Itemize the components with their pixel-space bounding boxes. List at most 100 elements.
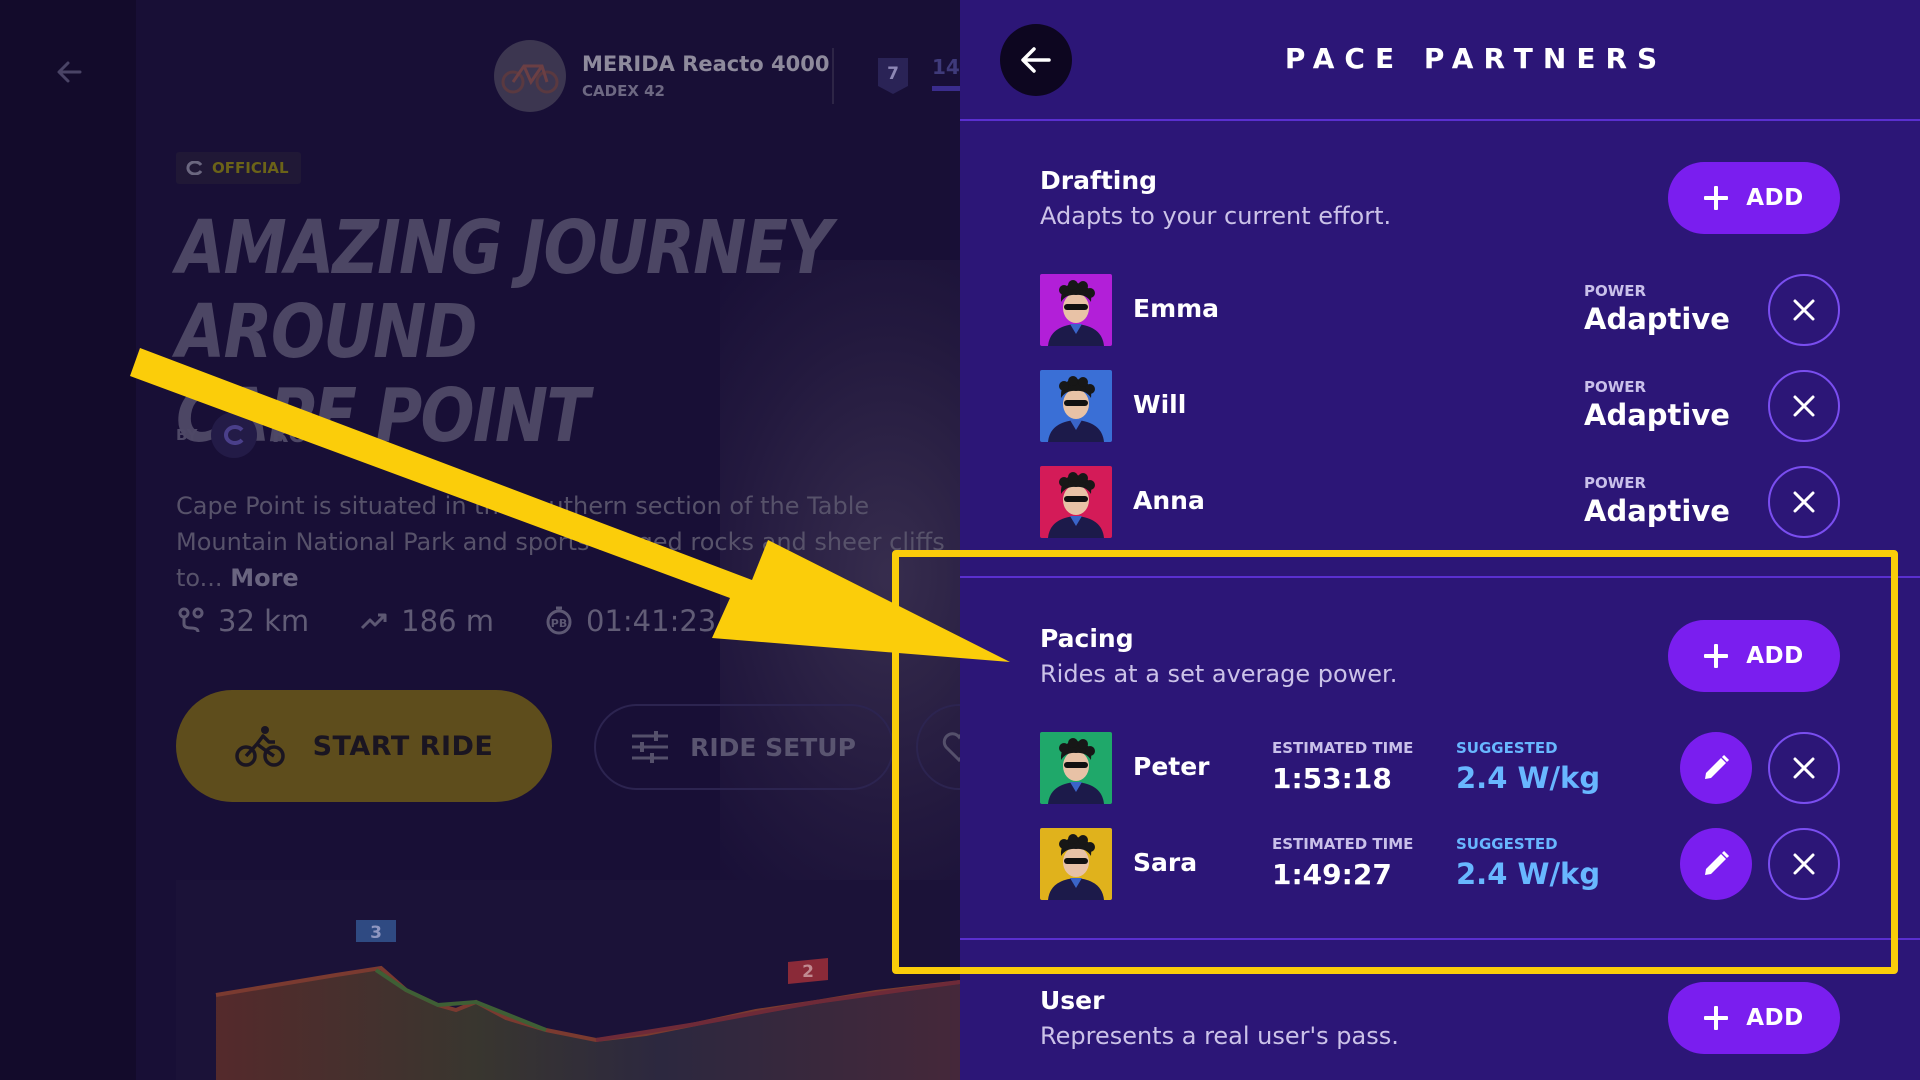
power-caption: POWER xyxy=(1584,474,1647,492)
route-description: Cape Point is situated in the southern s… xyxy=(176,488,960,596)
plus-icon xyxy=(1704,644,1729,668)
partner-row-will[interactable]: Will POWER Adaptive xyxy=(1040,370,1840,442)
author-row[interactable]: BY RO xyxy=(176,412,307,458)
partner-name: Anna xyxy=(1133,486,1205,515)
pace-partners-panel: PACE PARTNERS Drafting Adapts to your cu… xyxy=(960,0,1920,1080)
xp-value: 140 xyxy=(932,55,960,79)
left-rail xyxy=(0,0,136,1080)
cyclist-icon xyxy=(234,726,285,767)
avatar xyxy=(1040,466,1112,538)
official-logo-icon xyxy=(186,161,203,175)
power-value: Adaptive xyxy=(1584,398,1730,432)
more-link[interactable]: More xyxy=(230,564,298,592)
close-icon xyxy=(1793,395,1815,417)
start-ride-button[interactable]: START RIDE xyxy=(176,690,552,802)
avatar xyxy=(1040,370,1112,442)
partner-name: Sara xyxy=(1133,848,1198,877)
author-name: RO xyxy=(271,422,308,448)
elevation-icon xyxy=(361,613,387,630)
partner-name: Emma xyxy=(1133,294,1220,323)
close-icon xyxy=(1793,853,1815,875)
drafting-title: Drafting xyxy=(1040,166,1158,195)
distance-value: 32 km xyxy=(218,604,310,638)
section-divider xyxy=(960,938,1920,940)
power-value: Adaptive xyxy=(1584,494,1730,528)
drafting-subtitle: Adapts to your current effort. xyxy=(1040,202,1392,230)
pb-icon: PB xyxy=(546,606,572,635)
suggested-value: 2.4 W/kg xyxy=(1456,857,1601,891)
ride-setup-button[interactable]: RIDE SETUP xyxy=(594,704,894,790)
estimated-time-caption: ESTIMATED TIME xyxy=(1272,739,1414,757)
edit-sara-button[interactable] xyxy=(1680,828,1752,900)
bike-icon xyxy=(494,40,566,112)
back-arrow-icon xyxy=(1021,47,1051,73)
xp-progress-bar xyxy=(932,86,960,91)
partner-row-sara[interactable]: Sara ESTIMATED TIME 1:49:27 SUGGESTED 2.… xyxy=(1040,828,1840,900)
start-ride-label: START RIDE xyxy=(312,730,494,762)
header-divider xyxy=(832,48,834,104)
remove-will-button[interactable] xyxy=(1768,370,1840,442)
back-button[interactable] xyxy=(1000,24,1072,96)
estimated-time-value: 1:49:27 xyxy=(1272,858,1392,891)
plus-icon xyxy=(1704,186,1729,210)
estimated-time-caption: ESTIMATED TIME xyxy=(1272,835,1414,853)
close-icon xyxy=(1793,757,1815,779)
pb-time-value: 01:41:23 xyxy=(586,604,717,638)
panel-header: PACE PARTNERS xyxy=(960,0,1920,121)
suggested-caption: SUGGESTED xyxy=(1456,835,1558,853)
pb-stat: PB 01:41:23 xyxy=(544,604,716,638)
pencil-icon xyxy=(1705,850,1730,875)
remove-sara-button[interactable] xyxy=(1768,828,1840,900)
route-detail-page: MERIDA Reacto 4000 CADEX 42 7 140 OFFICI… xyxy=(0,0,960,1080)
section-divider xyxy=(960,576,1920,578)
bike-name: MERIDA Reacto 4000 xyxy=(582,52,830,76)
edit-peter-button[interactable] xyxy=(1680,732,1752,804)
remove-emma-button[interactable] xyxy=(1768,274,1840,346)
wheel-name: CADEX 42 xyxy=(582,82,665,100)
close-icon xyxy=(1793,299,1815,321)
partner-name: Peter xyxy=(1133,752,1210,781)
plus-icon xyxy=(1704,1006,1729,1030)
remove-peter-button[interactable] xyxy=(1768,732,1840,804)
route-icon xyxy=(178,607,204,633)
partner-row-peter[interactable]: Peter ESTIMATED TIME 1:53:18 SUGGESTED 2… xyxy=(1040,732,1840,804)
official-badge: OFFICIAL xyxy=(176,152,301,184)
avatar xyxy=(1040,828,1112,900)
settings-sliders-icon xyxy=(632,731,669,763)
svg-text:PB: PB xyxy=(551,617,567,630)
power-caption: POWER xyxy=(1584,378,1647,396)
elevation-value: 186 m xyxy=(401,604,494,638)
elevation-profile: 3 2 xyxy=(176,880,960,1080)
add-pacing-button[interactable]: ADD xyxy=(1668,620,1840,692)
ride-setup-label: RIDE SETUP xyxy=(690,732,856,762)
route-stats: 32 km 186 m PB 01:41:23 xyxy=(176,604,716,638)
add-user-button[interactable]: ADD xyxy=(1668,982,1840,1054)
user-subtitle: Represents a real user's pass. xyxy=(1040,1022,1399,1050)
avatar xyxy=(1040,732,1112,804)
power-caption: POWER xyxy=(1584,282,1647,300)
segment-marker-3: 3 xyxy=(370,923,382,943)
avatar xyxy=(1040,274,1112,346)
suggested-caption: SUGGESTED xyxy=(1456,739,1558,757)
pacing-title: Pacing xyxy=(1040,624,1134,653)
user-title: User xyxy=(1040,986,1105,1015)
partner-row-anna[interactable]: Anna POWER Adaptive xyxy=(1040,466,1840,538)
pacing-subtitle: Rides at a set average power. xyxy=(1040,660,1398,688)
route-title-line1: AMAZING JOURNEY AROUND xyxy=(176,205,833,375)
remove-anna-button[interactable] xyxy=(1768,466,1840,538)
back-arrow-icon[interactable] xyxy=(50,52,90,92)
bike-info[interactable]: MERIDA Reacto 4000 CADEX 42 xyxy=(494,40,829,112)
suggested-value: 2.4 W/kg xyxy=(1456,761,1601,795)
segment-marker-2: 2 xyxy=(802,962,814,982)
add-label: ADD xyxy=(1746,1005,1804,1031)
add-label: ADD xyxy=(1746,185,1804,211)
partner-name: Will xyxy=(1133,390,1187,419)
panel-title: PACE PARTNERS xyxy=(1284,42,1668,75)
partner-row-emma[interactable]: Emma POWER Adaptive xyxy=(1040,274,1840,346)
author-avatar xyxy=(211,412,258,458)
add-drafting-button[interactable]: ADD xyxy=(1668,162,1840,234)
power-value: Adaptive xyxy=(1584,302,1730,336)
by-label: BY xyxy=(176,426,198,444)
pencil-icon xyxy=(1705,754,1730,779)
distance-stat: 32 km xyxy=(176,604,309,638)
